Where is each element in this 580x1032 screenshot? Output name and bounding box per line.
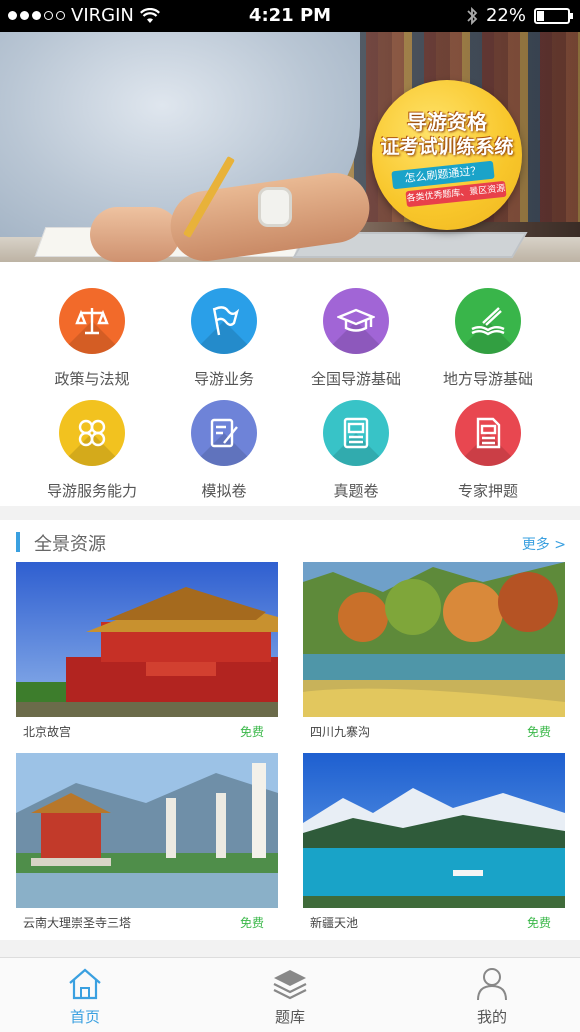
- banner-title-line2: 证考试训练系统: [380, 136, 514, 158]
- bluetooth-icon: [467, 6, 478, 25]
- category-mock-exam[interactable]: 模拟卷: [154, 400, 294, 512]
- home-icon: [69, 968, 101, 1000]
- category-real-exam[interactable]: 真题卷: [286, 400, 426, 512]
- scenic-image: [16, 562, 278, 717]
- scenic-image: [303, 753, 565, 908]
- scenic-image: [303, 562, 565, 717]
- tab-label: 我的: [476, 1008, 507, 1026]
- tab-me[interactable]: 我的: [422, 958, 562, 1032]
- category-service-ability[interactable]: 导游服务能力: [22, 400, 162, 512]
- banner-badge: 导游资格 证考试训练系统 怎么刷题通过？ 各类优秀题库、景区资源: [372, 80, 522, 230]
- scenic-price: 免费: [526, 916, 551, 930]
- prediction-paper-icon: [455, 400, 521, 466]
- category-label: 全国导游基础: [310, 370, 401, 388]
- edit-document-icon: [191, 400, 257, 466]
- scenic-name: 新疆天池: [310, 916, 359, 930]
- scenic-name: 北京故宫: [23, 725, 72, 739]
- scenic-card-jiuzhaigou[interactable]: 四川九寨沟 免费: [303, 562, 565, 744]
- banner-title-line1: 导游资格: [407, 110, 487, 134]
- panorama-section: 全景资源 更多 > 北京故宫 免费 四川九寨沟 免费 云南大理崇圣寺三塔 免费 …: [0, 520, 580, 940]
- layers-icon: [273, 970, 307, 1000]
- category-label: 地方导游基础: [442, 370, 533, 388]
- section-header: 全景资源 更多 >: [0, 520, 580, 562]
- scenic-image: [16, 753, 278, 908]
- graduation-cap-icon: [323, 288, 389, 354]
- battery-level: [537, 10, 545, 21]
- status-bar: VIRGIN 4:21 PM 22%: [0, 0, 580, 32]
- category-national-basics[interactable]: 全国导游基础: [286, 288, 426, 400]
- tab-question-bank[interactable]: 题库: [220, 958, 360, 1032]
- book-pen-icon: [455, 288, 521, 354]
- category-label: 模拟卷: [201, 482, 247, 500]
- flag-icon: [191, 288, 257, 354]
- scenic-card-tianchi[interactable]: 新疆天池 免费: [303, 753, 565, 935]
- more-link[interactable]: 更多 >: [522, 534, 566, 554]
- tab-label: 首页: [69, 1008, 100, 1026]
- promo-banner[interactable]: 导游资格 证考试训练系统 怎么刷题通过？ 各类优秀题库、景区资源: [0, 32, 580, 262]
- scenic-price: 免费: [239, 916, 264, 930]
- banner-watch: [258, 187, 292, 227]
- battery-percent: 22%: [485, 5, 526, 26]
- category-grid: 政策与法规 导游业务 全国导游基础 地方导游基础 导游服务能力 模拟卷 真题卷 …: [0, 262, 580, 506]
- scenic-price: 免费: [526, 725, 551, 739]
- user-icon: [477, 968, 507, 1001]
- scenic-name: 四川九寨沟: [310, 725, 371, 739]
- banner-hand: [90, 207, 180, 262]
- category-guide-business[interactable]: 导游业务: [154, 288, 294, 400]
- scenic-card-dali-pagodas[interactable]: 云南大理崇圣寺三塔 免费: [16, 753, 278, 935]
- category-policy[interactable]: 政策与法规: [22, 288, 162, 400]
- bottom-tab-bar: 首页 题库 我的: [0, 957, 580, 1032]
- battery-icon: [534, 7, 573, 24]
- category-local-basics[interactable]: 地方导游基础: [418, 288, 558, 400]
- scenic-card-forbidden-city[interactable]: 北京故宫 免费: [16, 562, 278, 744]
- clover-icon: [59, 400, 125, 466]
- category-label: 导游业务: [193, 370, 254, 388]
- scenic-price: 免费: [239, 725, 264, 739]
- scenic-name: 云南大理崇圣寺三塔: [23, 916, 132, 930]
- exam-paper-icon: [323, 400, 389, 466]
- tab-label: 题库: [274, 1008, 305, 1026]
- section-accent-bar: [16, 532, 20, 552]
- app-screen: VIRGIN 4:21 PM 22% 导游资格 证考试训练系统 怎么刷题通过？ …: [0, 0, 580, 1032]
- category-label: 导游服务能力: [46, 482, 137, 500]
- section-title: 全景资源: [34, 534, 106, 555]
- tab-home[interactable]: 首页: [15, 958, 155, 1032]
- category-label: 真题卷: [333, 482, 379, 500]
- status-right: 22%: [466, 5, 573, 26]
- category-expert-prediction[interactable]: 专家押题: [418, 400, 558, 512]
- category-label: 政策与法规: [54, 370, 130, 388]
- scale-icon: [59, 288, 125, 354]
- category-label: 专家押题: [457, 482, 518, 500]
